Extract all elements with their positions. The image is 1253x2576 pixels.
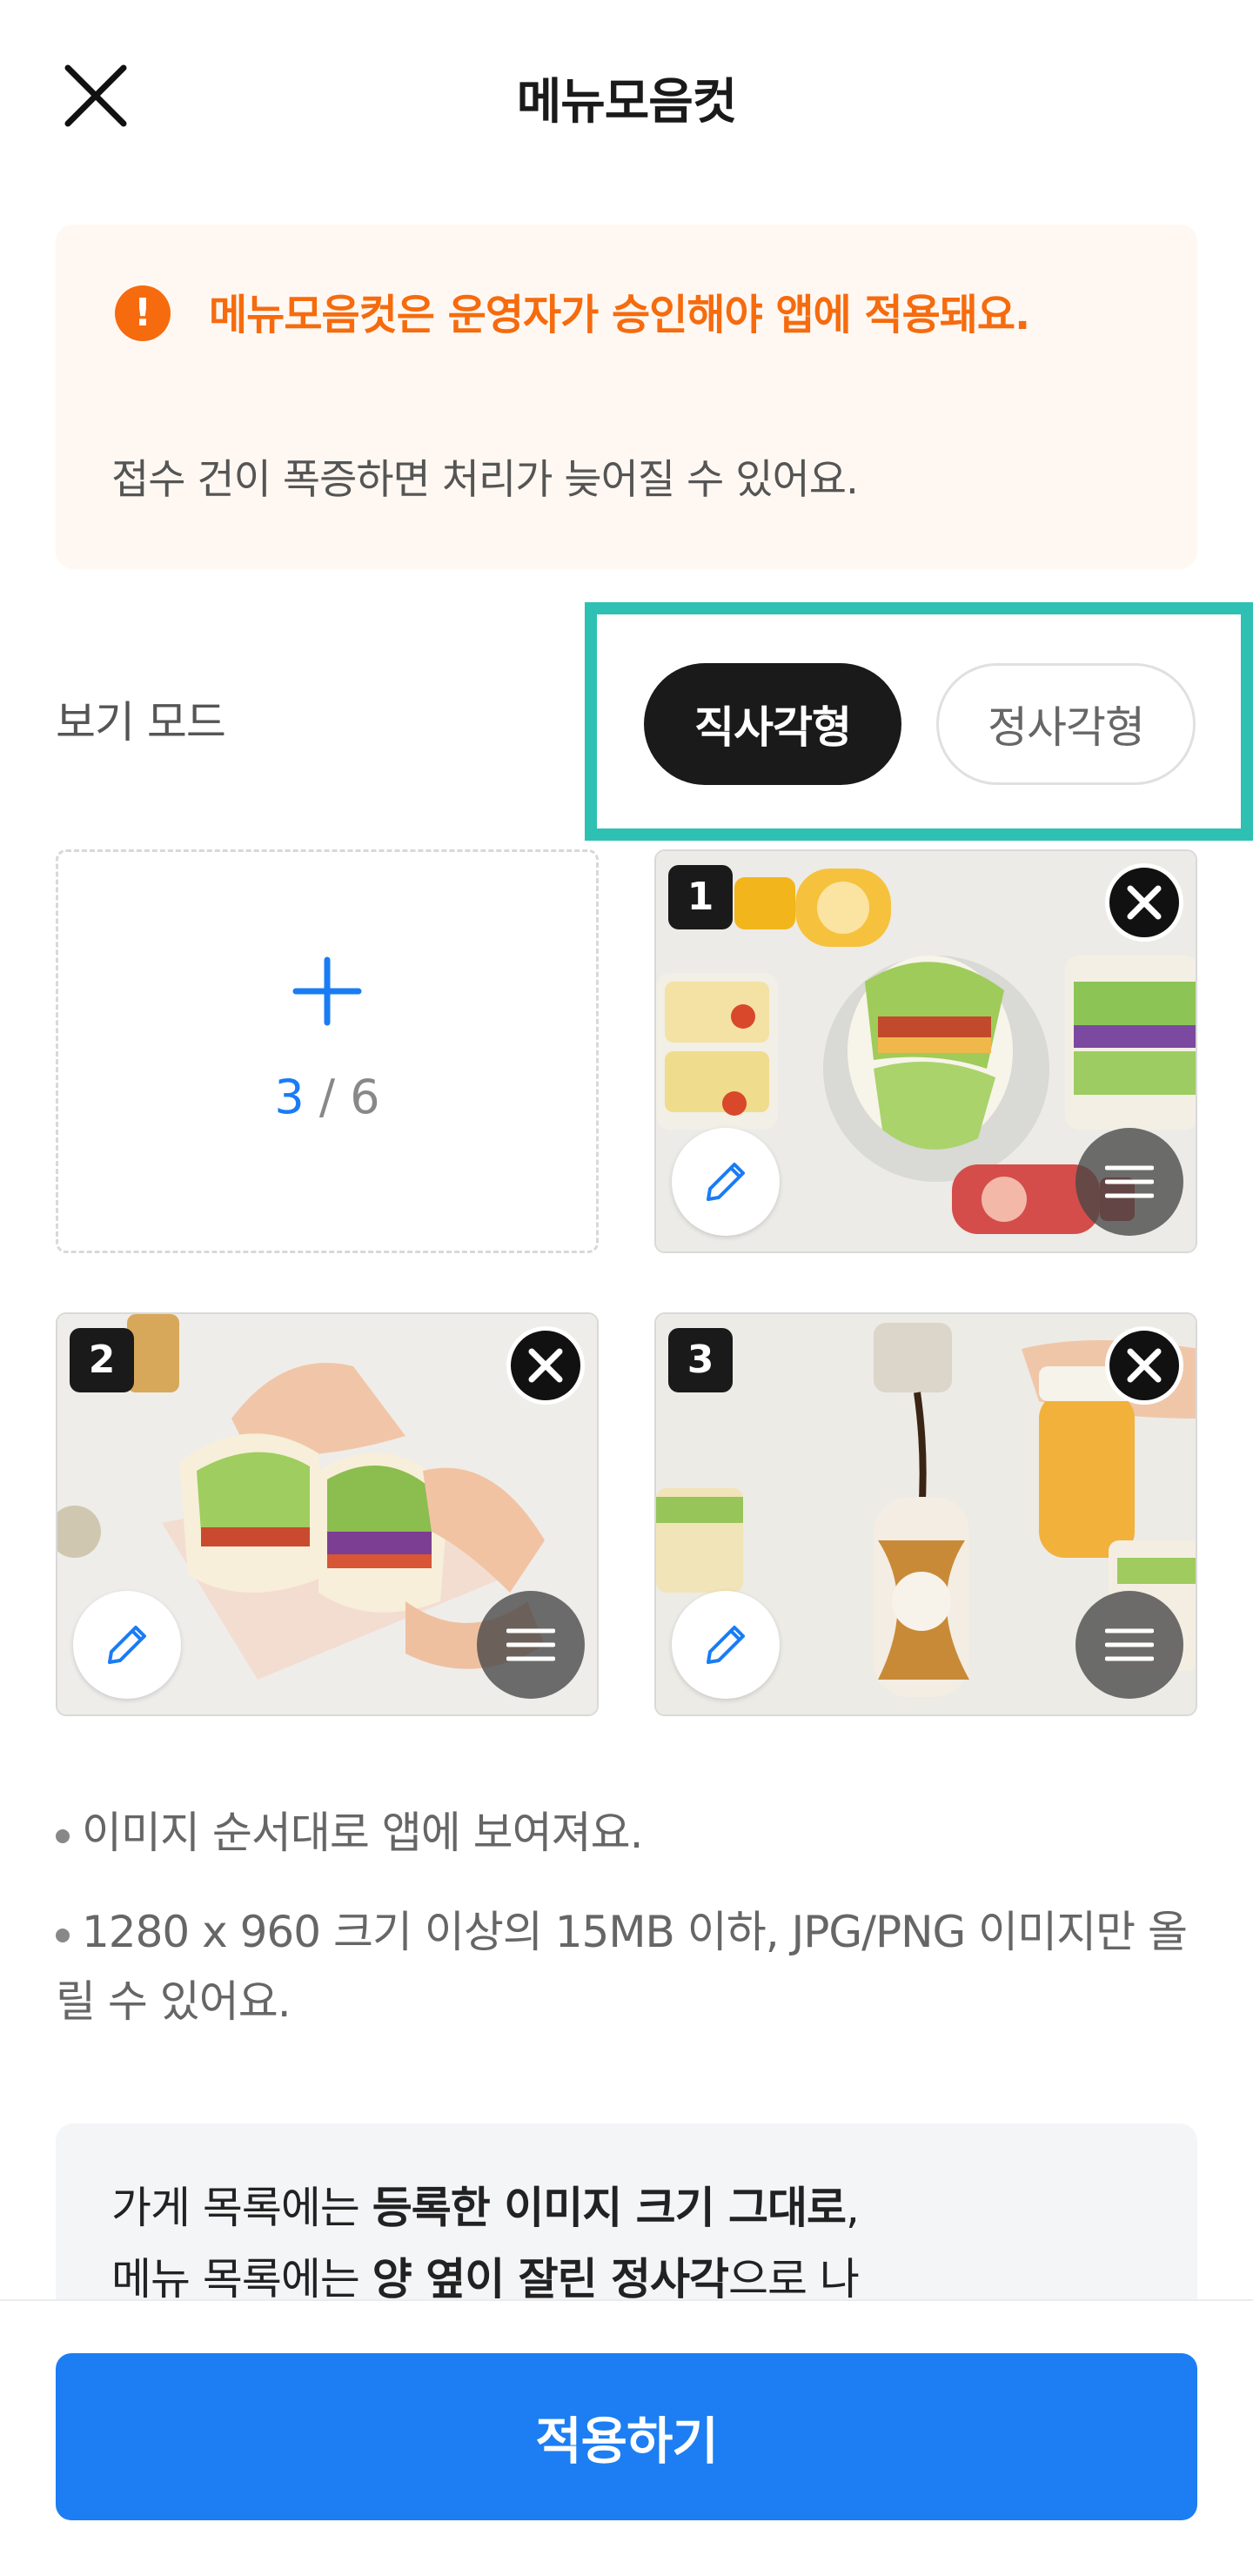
guide-item: 이미지 순서대로 앱에 보여져요. xyxy=(56,1798,1197,1868)
notice-title: 메뉴모음컷은 운영자가 승인해야 앱에 적용돼요. xyxy=(209,291,1030,339)
guide-text: 이미지 순서대로 앱에 보여져요. xyxy=(82,1808,644,1858)
drag-handle-icon xyxy=(1105,1165,1154,1198)
close-icon xyxy=(1127,1348,1162,1383)
menu-photo: 1 xyxy=(654,849,1197,1253)
info-emphasis: 등록한 이미지 크기 그대로 xyxy=(372,2183,847,2233)
photo-number-badge: 1 xyxy=(668,865,733,929)
view-mode-label: 보기 모드 xyxy=(56,697,226,748)
drag-handle-icon xyxy=(506,1628,555,1661)
pencil-icon xyxy=(707,1626,745,1664)
photo-count: 3 / 6 xyxy=(58,1070,596,1124)
reorder-photo-button[interactable] xyxy=(477,1591,585,1699)
info-line: 가게 목록에는 등록한 이미지 크기 그대로, xyxy=(111,2172,1142,2244)
menu-photo: 3 xyxy=(654,1312,1197,1716)
info-emphasis: 양 옆이 잘린 정사각 xyxy=(372,2254,729,2304)
menu-photo: 2 xyxy=(56,1312,599,1716)
add-photo-button[interactable]: 3 / 6 xyxy=(56,849,599,1253)
remove-photo-button[interactable] xyxy=(1105,1326,1183,1405)
info-text: 으로 나 xyxy=(728,2254,860,2304)
photo-number-badge: 3 xyxy=(668,1328,733,1392)
info-text: 가게 목록에는 xyxy=(111,2183,372,2233)
reorder-photo-button[interactable] xyxy=(1075,1591,1183,1699)
view-mode-square-button[interactable]: 정사각형 xyxy=(936,663,1196,785)
drag-handle-icon xyxy=(1105,1628,1154,1661)
photo-count-max: 6 xyxy=(350,1070,380,1124)
remove-photo-button[interactable] xyxy=(506,1326,585,1405)
reorder-photo-button[interactable] xyxy=(1075,1128,1183,1236)
notice-description: 접수 건이 폭증하면 처리가 늦어질 수 있어요. xyxy=(111,456,859,504)
photo-count-separator: / xyxy=(304,1070,351,1124)
apply-button[interactable]: 적용하기 xyxy=(56,2353,1197,2520)
edit-photo-button[interactable] xyxy=(672,1128,780,1236)
plus-icon xyxy=(58,956,596,1030)
edit-photo-button[interactable] xyxy=(672,1591,780,1699)
close-icon xyxy=(528,1348,563,1383)
pencil-icon xyxy=(707,1163,745,1201)
exclamation-icon: ! xyxy=(115,285,171,341)
close-icon xyxy=(1127,885,1162,920)
pencil-icon xyxy=(108,1626,146,1664)
info-text: , xyxy=(846,2183,860,2233)
approval-notice: ! 메뉴모음컷은 운영자가 승인해야 앱에 적용돼요. 접수 건이 폭증하면 처… xyxy=(56,225,1197,569)
guide-text: 1280 x 960 크기 이상의 15MB 이하, JPG/PNG 이미지만 … xyxy=(56,1907,1188,2027)
bullet-icon xyxy=(56,1828,70,1843)
header: 메뉴모음컷 xyxy=(0,0,1253,191)
photo-number-badge: 2 xyxy=(70,1328,134,1392)
photo-count-current: 3 xyxy=(274,1070,305,1124)
bottom-bar: 적용하기 xyxy=(0,2299,1253,2576)
bullet-icon xyxy=(56,1928,70,1942)
info-text: 메뉴 목록에는 xyxy=(111,2254,372,2304)
view-mode-rectangle-button[interactable]: 직사각형 xyxy=(644,663,901,785)
edit-photo-button[interactable] xyxy=(73,1591,181,1699)
guide-item: 1280 x 960 크기 이상의 15MB 이하, JPG/PNG 이미지만 … xyxy=(56,1897,1197,2036)
remove-photo-button[interactable] xyxy=(1105,863,1183,942)
page-title: 메뉴모음컷 xyxy=(516,74,738,131)
